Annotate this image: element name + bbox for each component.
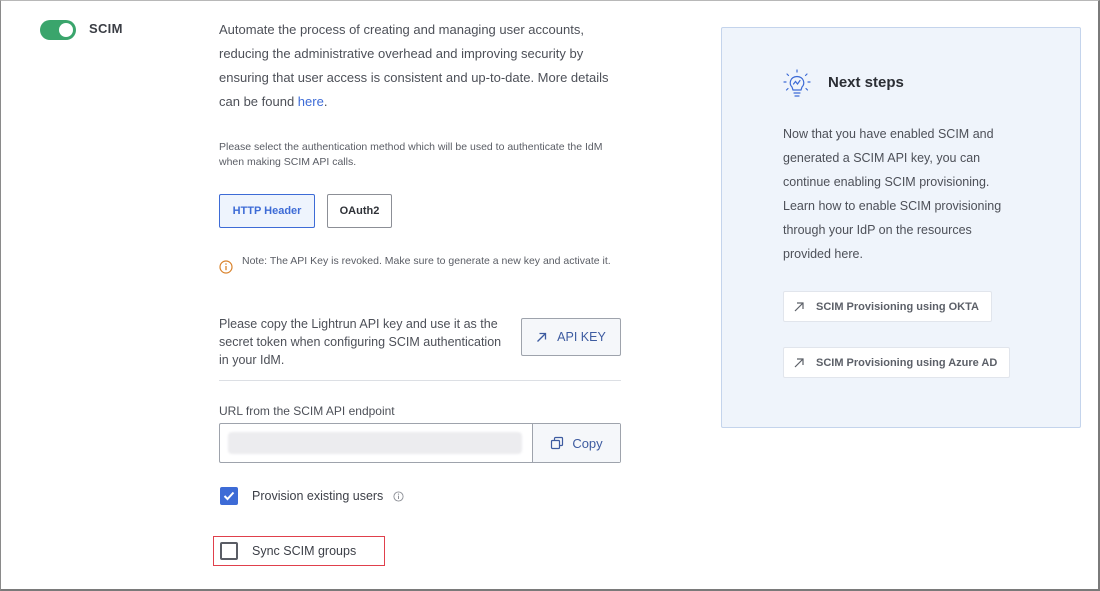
copy-icon — [551, 436, 564, 450]
info-icon[interactable] — [393, 490, 404, 502]
provision-existing-users-checkbox[interactable] — [220, 487, 238, 505]
next-steps-text: Now that you have enabled SCIM and gener… — [783, 127, 1002, 261]
copy-button-label: Copy — [572, 435, 603, 451]
sync-scim-groups-option: Sync SCIM groups — [220, 542, 356, 560]
azure-ad-resource-label: SCIM Provisioning using Azure AD — [816, 356, 998, 369]
provision-existing-users-option: Provision existing users — [220, 487, 404, 505]
scim-toggle[interactable] — [40, 20, 76, 40]
provision-existing-users-label: Provision existing users — [252, 489, 384, 503]
sync-scim-groups-label: Sync SCIM groups — [252, 544, 357, 558]
api-key-button-label: API KEY — [557, 330, 606, 344]
oauth2-button[interactable]: OAuth2 — [327, 194, 392, 228]
redacted-url-value — [228, 432, 522, 454]
url-field-group: Copy — [219, 423, 621, 463]
auth-method-hint: Please select the authentication method … — [219, 141, 603, 168]
checkmark-icon — [223, 491, 235, 501]
okta-resource-label: SCIM Provisioning using OKTA — [816, 300, 979, 313]
sync-scim-groups-checkbox[interactable] — [220, 542, 238, 560]
copy-url-button[interactable]: Copy — [532, 424, 620, 462]
okta-resource-link[interactable]: SCIM Provisioning using OKTA — [783, 291, 992, 322]
next-steps-title: Next steps — [828, 74, 904, 91]
details-link[interactable]: here — [298, 94, 324, 109]
http-header-button[interactable]: HTTP Header — [219, 194, 315, 228]
revoked-key-note: Note: The API Key is revoked. Make sure … — [219, 254, 619, 274]
api-key-instructions: Please copy the Lightrun API key and use… — [219, 317, 502, 367]
url-label: URL from the SCIM API endpoint — [219, 404, 395, 418]
note-text: Note: The API Key is revoked. Make sure … — [242, 255, 611, 267]
scim-url-input[interactable] — [220, 424, 532, 462]
next-steps-panel: Next steps Now that you have enabled SCI… — [721, 27, 1081, 428]
azure-ad-resource-link[interactable]: SCIM Provisioning using Azure AD — [783, 347, 1011, 378]
external-link-arrow-icon — [537, 332, 547, 342]
scim-label: SCIM — [89, 21, 123, 36]
toggle-knob — [59, 23, 73, 37]
scim-description: Automate the process of creating and man… — [219, 22, 609, 109]
external-link-arrow-icon — [794, 357, 804, 367]
api-key-button[interactable]: API KEY — [521, 318, 621, 356]
section-divider — [219, 380, 621, 381]
lightbulb-icon — [783, 69, 811, 97]
warning-info-icon — [219, 260, 233, 274]
external-link-arrow-icon — [794, 301, 804, 311]
